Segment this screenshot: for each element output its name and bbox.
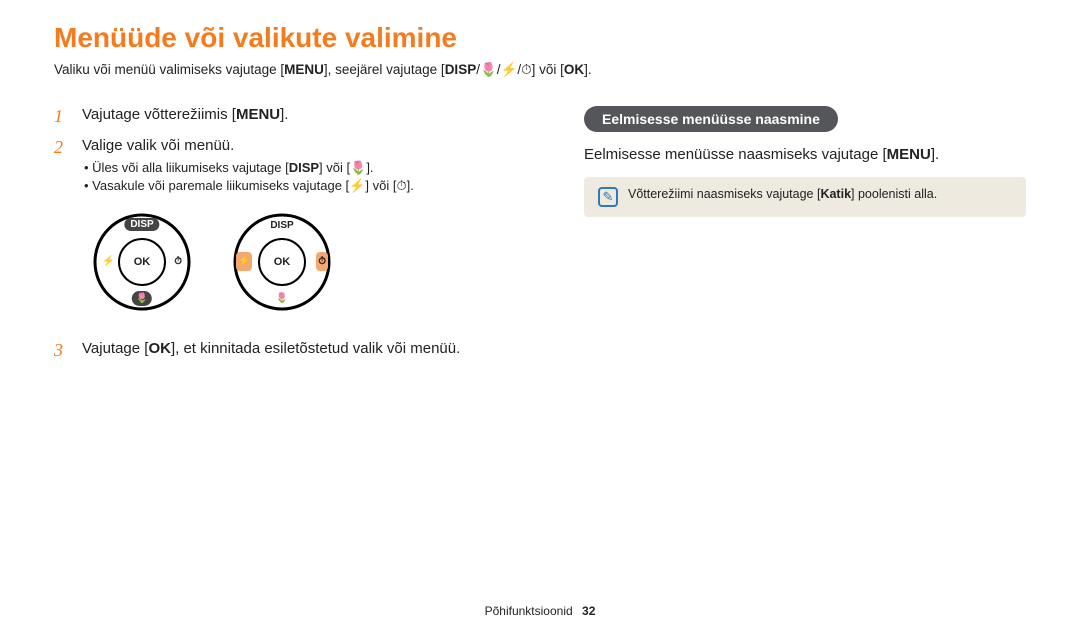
menu-label: MENU (284, 62, 324, 77)
macro-button: 🌷 (132, 291, 152, 306)
flash-icon: ⚡ (102, 256, 114, 267)
shutter-label: Katik (820, 187, 851, 201)
step-number: 1 (54, 106, 68, 127)
dial-vertical: DISP OK ⚡ ⏱ 🌷 (92, 212, 192, 312)
timer-icon: ⏱ (521, 62, 532, 77)
step-2-sub-2: Vasakule või paremale liikumiseks vajuta… (84, 178, 544, 194)
flash-icon: ⚡ (501, 62, 518, 77)
right-column: Eelmisesse menüüsse naasmine Eelmisesse … (584, 106, 1026, 371)
page-footer: Põhifunktsioonid 32 (0, 604, 1080, 618)
menu-label: MENU (887, 146, 931, 163)
ok-label: OK (564, 62, 584, 77)
ok-button: OK (274, 256, 291, 268)
step-number: 3 (54, 340, 68, 361)
disp-button: DISP (270, 220, 293, 231)
page-title: Menüüde või valikute valimine (54, 22, 1026, 54)
step-2: 2 Valige valik või menüü. Üles või alla … (54, 137, 544, 330)
step-number: 2 (54, 137, 68, 330)
disp-button: DISP (124, 218, 159, 231)
timer-button: ⏱ (316, 252, 328, 271)
disp-label: DISP (289, 160, 319, 175)
ok-label: OK (148, 340, 171, 357)
ok-button: OK (134, 256, 151, 268)
right-description: Eelmisesse menüüsse naasmiseks vajutage … (584, 146, 1026, 163)
flash-button: ⚡ (236, 252, 252, 271)
footer-section: Põhifunktsioonid (485, 604, 573, 618)
dial-horizontal: DISP OK ⚡ ⏱ 🌷 (232, 212, 332, 312)
step-2-sub-1: Üles või alla liikumiseks vajutage [DISP… (84, 160, 544, 176)
timer-icon: ⏱ (174, 256, 182, 267)
note-icon: ✎ (598, 187, 618, 207)
timer-icon: ⏱ (396, 178, 406, 193)
note-box: ✎ Võtterežiimi naasmiseks vajutage [Kati… (584, 177, 1026, 217)
left-column: 1 Vajutage võtterežiimis [MENU]. 2 Valig… (54, 106, 544, 371)
footer-page-number: 32 (582, 604, 595, 618)
intro-text: Valiku või menüü valimiseks vajutage [ME… (54, 62, 1026, 78)
flash-icon: ⚡ (349, 178, 365, 193)
macro-icon: 🌷 (350, 160, 366, 175)
step-1: 1 Vajutage võtterežiimis [MENU]. (54, 106, 544, 127)
disp-label: DISP (445, 62, 477, 77)
step-3: 3 Vajutage [OK], et kinnitada esiletõste… (54, 340, 544, 361)
macro-icon: 🌷 (480, 62, 497, 77)
macro-icon: 🌷 (276, 293, 288, 304)
section-pill: Eelmisesse menüüsse naasmine (584, 106, 838, 132)
menu-label: MENU (236, 106, 280, 123)
